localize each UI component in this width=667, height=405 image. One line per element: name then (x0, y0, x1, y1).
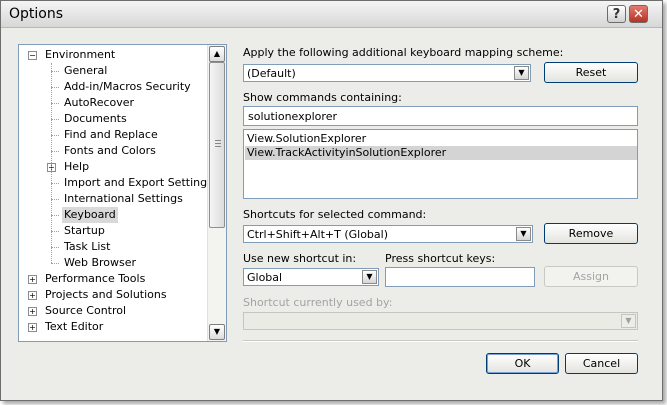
tree-item-label: Keyboard (62, 207, 118, 223)
expand-icon[interactable]: + (28, 291, 37, 300)
tree-item-label: Task List (64, 240, 111, 253)
tree-item[interactable]: Add-in/Macros Security (19, 79, 207, 95)
tree-item[interactable]: + Text Editor (19, 319, 207, 335)
tree-item[interactable]: International Settings (19, 191, 207, 207)
tree-scrollbar[interactable]: ▲ ▼ (207, 45, 226, 341)
arrow-down-icon: ▼ (213, 327, 221, 336)
scroll-down-button[interactable]: ▼ (209, 324, 225, 340)
use-shortcut-in-value: Global (247, 271, 283, 284)
options-tree: − Environment General Add-in/Macros Securit… (18, 44, 227, 342)
tree-item-label: Text Editor (45, 320, 104, 333)
shortcut-used-by-label: Shortcut currently used by: (243, 296, 393, 309)
tree-item-label: Startup (64, 224, 105, 237)
tree-item[interactable]: AutoRecover (19, 95, 207, 111)
tree-item[interactable]: Fonts and Colors (19, 143, 207, 159)
tree-item[interactable]: Import and Export Settings (19, 175, 213, 191)
mapping-scheme-value: (Default) (247, 67, 296, 80)
press-shortcut-keys-label: Press shortcut keys: (385, 252, 496, 265)
tree-item-label: Projects and Solutions (45, 288, 167, 301)
chevron-down-icon[interactable]: ▼ (514, 66, 529, 80)
shortcuts-combo[interactable]: Ctrl+Shift+Alt+T (Global) ▼ (243, 225, 533, 243)
scroll-up-button[interactable]: ▲ (209, 46, 225, 62)
tree-item-label: Help (64, 160, 90, 173)
tree-item[interactable]: + Projects and Solutions (19, 287, 207, 303)
title-bar: Options ? ✕ (1, 1, 662, 28)
help-button[interactable]: ? (607, 5, 626, 23)
tree-item[interactable]: Find and Replace (19, 127, 207, 143)
tree-item-label: AutoRecover (64, 96, 135, 109)
question-mark-icon: ? (612, 7, 621, 22)
command-filter-value: solutionexplorer (248, 110, 337, 123)
tree-item[interactable]: + Source Control (19, 303, 207, 319)
options-dialog: Options ? ✕ − Environment General Add-in/Ma… (0, 0, 663, 401)
press-shortcut-keys-input[interactable] (385, 267, 535, 287)
list-item[interactable]: View.SolutionExplorer (245, 132, 637, 146)
expand-icon[interactable]: + (28, 275, 37, 284)
chevron-down-icon[interactable]: ▼ (516, 227, 531, 241)
divider (243, 340, 638, 342)
tree-item-label: Import and Export Settings (64, 176, 213, 189)
commands-list[interactable]: View.SolutionExplorer View.TrackActivity… (243, 129, 638, 199)
chevron-down-icon[interactable]: ▼ (621, 314, 636, 328)
tree-item-label: Web Browser (64, 256, 137, 269)
tree-item-label: Add-in/Macros Security (64, 80, 191, 93)
tree-item-label: Source Control (45, 304, 127, 317)
tree-item[interactable]: Startup (19, 223, 207, 239)
tree-item-label: Environment (45, 48, 116, 61)
tree-item[interactable]: Web Browser (19, 255, 207, 271)
tree-item-label: International Settings (64, 192, 183, 205)
shortcuts-label: Shortcuts for selected command: (243, 208, 427, 221)
tree-item-label: Fonts and Colors (64, 144, 156, 157)
dialog-content: − Environment General Add-in/Macros Securit… (1, 28, 662, 400)
close-icon: ✕ (633, 7, 644, 22)
reset-button[interactable]: Reset (544, 62, 638, 83)
tree-connector (51, 63, 52, 263)
tree-item-label: Find and Replace (64, 128, 158, 141)
use-shortcut-in-combo[interactable]: Global ▼ (243, 268, 379, 286)
command-filter-input[interactable]: solutionexplorer (243, 106, 638, 126)
collapse-icon[interactable]: − (28, 51, 37, 60)
tree-item-label: Documents (64, 112, 127, 125)
shortcuts-value: Ctrl+Shift+Alt+T (Global) (247, 228, 389, 241)
expand-icon[interactable]: + (28, 307, 37, 316)
tree-item[interactable]: General (19, 63, 207, 79)
remove-button[interactable]: Remove (544, 223, 638, 244)
tree-item-label: Performance Tools (45, 272, 146, 285)
close-button[interactable]: ✕ (629, 5, 648, 23)
tree-item[interactable]: − Environment (19, 47, 207, 63)
tree-item[interactable]: Task List (19, 239, 207, 255)
mapping-scheme-label: Apply the following additional keyboard … (243, 46, 564, 59)
cancel-button[interactable]: Cancel (565, 353, 638, 374)
expand-icon[interactable]: + (28, 323, 37, 332)
tree-item[interactable]: + Help (19, 159, 207, 175)
show-commands-label: Show commands containing: (243, 91, 402, 104)
shortcut-used-by-combo[interactable]: ▼ (243, 312, 638, 330)
arrow-up-icon: ▲ (213, 49, 221, 58)
mapping-scheme-combo[interactable]: (Default) ▼ (243, 64, 531, 82)
use-shortcut-in-label: Use new shortcut in: (243, 252, 357, 265)
ok-button[interactable]: OK (486, 353, 559, 374)
chevron-down-icon[interactable]: ▼ (362, 270, 377, 284)
window-title: Options (9, 6, 64, 22)
list-item[interactable]: View.TrackActivityinSolutionExplorer (245, 146, 637, 160)
tree-item[interactable]: Keyboard (19, 207, 207, 223)
scroll-thumb[interactable] (209, 62, 225, 228)
tree-item[interactable]: Documents (19, 111, 207, 127)
tree-rows: − Environment General Add-in/Macros Securit… (19, 47, 213, 335)
assign-button[interactable]: Assign (544, 266, 638, 287)
tree-item[interactable]: + Performance Tools (19, 271, 207, 287)
tree-item-label: General (64, 64, 108, 77)
